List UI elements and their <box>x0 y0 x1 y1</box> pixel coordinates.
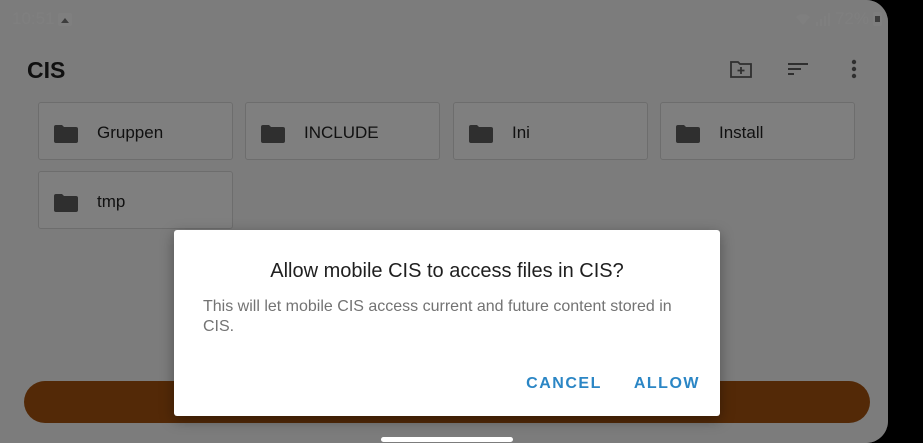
permission-dialog: Allow mobile CIS to access files in CIS?… <box>174 230 720 416</box>
cancel-button[interactable]: CANCEL <box>526 375 602 393</box>
navigation-handle[interactable] <box>381 437 513 442</box>
dialog-actions: CANCEL ALLOW <box>526 375 700 393</box>
phone-screen: 10:51 72% CIS <box>0 0 888 443</box>
dialog-message: This will let mobile CIS access current … <box>203 298 672 335</box>
allow-button[interactable]: ALLOW <box>634 375 700 393</box>
dialog-title: Allow mobile CIS to access files in CIS? <box>270 260 624 282</box>
